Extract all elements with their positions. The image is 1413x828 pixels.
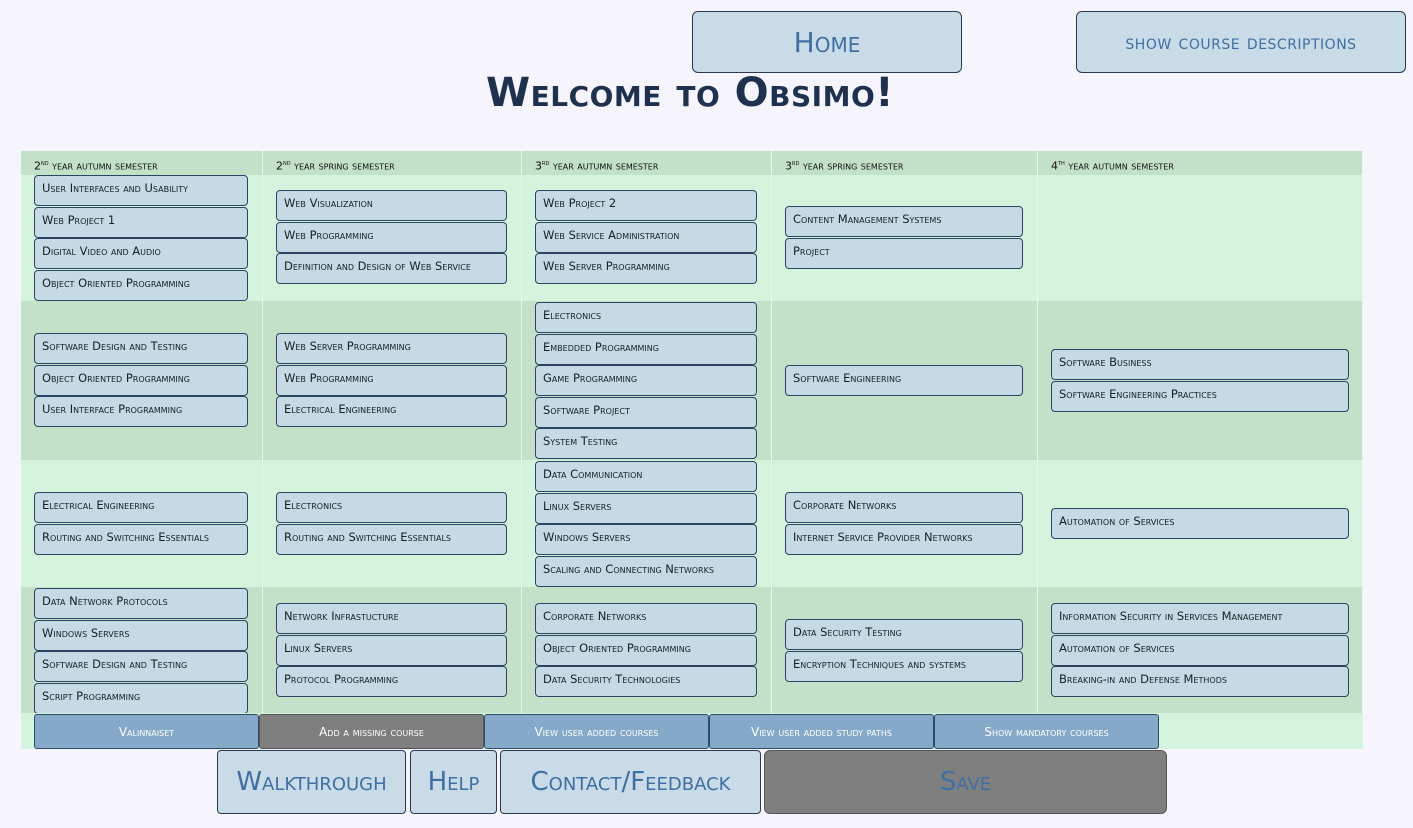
action-button-valinnaiset[interactable]: Valinnaiset [34,714,259,749]
semester-header: 2nd year autumn semester [21,151,263,175]
course-button[interactable]: Web Programming [276,221,507,253]
course-button[interactable]: Breaking-in and Defense Methods [1051,666,1349,697]
course-button[interactable]: Software Engineering [785,365,1023,396]
course-button[interactable]: Software Engineering Practices [1051,380,1349,412]
course-button[interactable]: Web Project 1 [34,206,248,238]
help-button[interactable]: Help [410,750,497,814]
semester-header: 2nd year spring semester [263,151,522,175]
home-button[interactable]: Home [692,11,962,73]
save-button[interactable]: Save [764,750,1167,814]
course-button[interactable]: Automation of Services [1051,634,1349,666]
course-button[interactable]: Information Security in Services Managem… [1051,603,1349,634]
course-button[interactable]: Web Server Programming [535,253,757,284]
course-button[interactable]: Web Service Administration [535,221,757,253]
course-button[interactable]: Scaling and Connecting Networks [535,555,757,587]
course-button[interactable]: Software Design and Testing [34,333,248,364]
page-title: Welcome to Obsimo! [485,70,895,116]
course-button[interactable]: Project [785,237,1023,269]
course-button[interactable]: User Interface Programming [34,396,248,427]
course-button[interactable]: Software Business [1051,349,1349,380]
contact-feedback-button[interactable]: Contact/Feedback [500,750,761,814]
course-button[interactable]: Encryption Techniques and systems [785,650,1023,682]
course-button[interactable]: Automation of Services [1051,508,1349,539]
course-button[interactable]: Network Infrastucture [276,603,507,634]
course-button[interactable]: Windows Servers [34,619,248,651]
course-button[interactable]: Electrical Engineering [34,492,248,523]
course-button[interactable]: Web Programming [276,364,507,396]
course-button[interactable]: Game Programming [535,365,757,396]
course-button[interactable]: System Testing [535,428,757,459]
course-button[interactable]: Web Visualization [276,190,507,221]
course-button[interactable]: Corporate Networks [785,492,1023,523]
course-button[interactable]: Definition and Design of Web Service [276,253,507,284]
walkthrough-button[interactable]: Walkthrough [217,750,406,814]
semester-header: 3rd year autumn semester [522,151,772,175]
action-button-show-mandatory-courses[interactable]: Show mandatory courses [934,714,1159,749]
course-button[interactable]: Web Project 2 [535,190,757,221]
course-button[interactable]: Object Oriented Programming [535,634,757,666]
course-button[interactable]: Object Oriented Programming [34,364,248,396]
course-button[interactable]: User Interfaces and Usability [34,175,248,206]
course-button[interactable]: Electrical Engineering [276,396,507,427]
course-button[interactable]: Electronics [276,492,507,523]
action-button-add-a-missing-course[interactable]: Add a missing course [259,714,484,749]
course-button[interactable]: Object Oriented Programming [34,269,248,301]
course-button[interactable]: Internet Service Provider Networks [785,523,1023,555]
course-button[interactable]: Electronics [535,302,757,333]
course-button[interactable]: Embedded Programming [535,333,757,365]
course-button[interactable]: Script Programming [34,682,248,714]
course-button[interactable]: Software Project [535,396,757,428]
course-button[interactable]: Routing and Switching Essentials [276,523,507,555]
course-button[interactable]: Data Network Protocols [34,588,248,619]
course-button[interactable]: Data Communication [535,461,757,492]
course-button[interactable]: Linux Servers [535,492,757,524]
show-course-descriptions-button[interactable]: show course descriptions [1076,11,1406,73]
course-cell [1038,175,1363,301]
course-button[interactable]: Protocol Programming [276,666,507,697]
semester-header: 3rd year spring semester [772,151,1038,175]
course-button[interactable]: Web Server Programming [276,333,507,364]
course-button[interactable]: Corporate Networks [535,603,757,634]
course-button[interactable]: Windows Servers [535,524,757,555]
course-button[interactable]: Content Management Systems [785,206,1023,237]
course-button[interactable]: Digital Video and Audio [34,238,248,269]
action-button-view-user-added-courses[interactable]: View user added courses [484,714,709,749]
course-button[interactable]: Data Security Technologies [535,666,757,697]
course-button[interactable]: Routing and Switching Essentials [34,523,248,555]
course-button[interactable]: Linux Servers [276,634,507,666]
semester-header: 4th year autumn semester [1038,151,1363,175]
course-button[interactable]: Software Design and Testing [34,651,248,682]
course-button[interactable]: Data Security Testing [785,619,1023,650]
action-button-view-user-added-study-paths[interactable]: View user added study paths [709,714,934,749]
